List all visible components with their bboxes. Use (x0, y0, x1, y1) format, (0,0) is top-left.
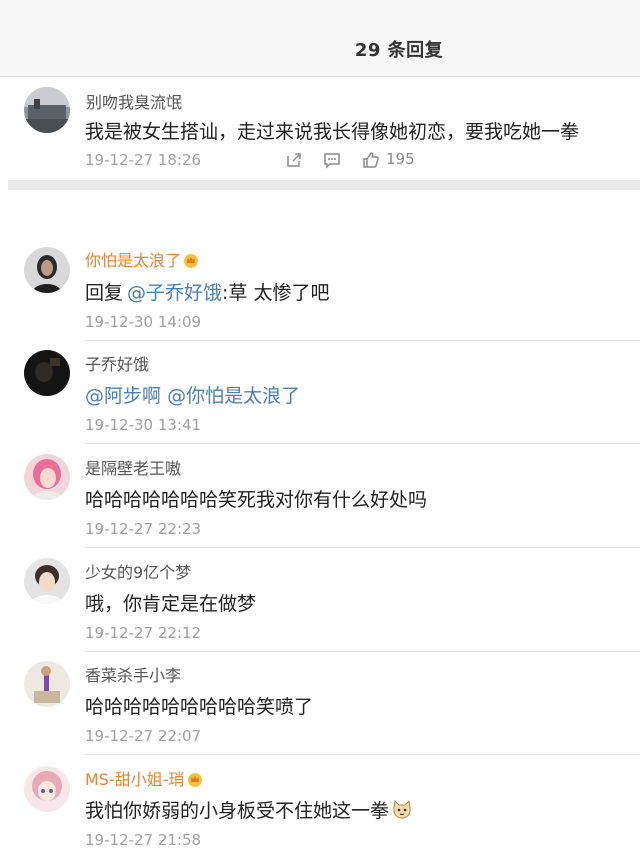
avatar[interactable] (24, 350, 70, 396)
reply-username[interactable]: 你怕是太浪了 (85, 247, 199, 271)
comment-text: 我是被女生搭讪，走过来说我长得像她初恋，要我吃她一拳 (85, 121, 580, 143)
mention-link[interactable]: @阿步啊 (85, 385, 161, 407)
reply-body: 我怕你娇弱的小身板受不住她这一拳 (85, 800, 390, 822)
reply-username[interactable]: MS-甜小姐-琑 (85, 766, 203, 790)
comment-actions: 195 (0, 149, 640, 171)
comment-username[interactable]: 别吻我臭流氓 (86, 89, 182, 113)
reply-timestamp: 19-12-27 22:12 (85, 624, 202, 642)
reply-header: 29 条回复 (0, 0, 640, 77)
reply-text: 哈哈哈哈哈哈哈哈哈笑喷了 (85, 696, 314, 718)
reply-timestamp: 19-12-30 14:09 (85, 313, 202, 331)
reply-text: 我怕你娇弱的小身板受不住她这一拳 (85, 796, 413, 823)
page-title: 29 条回复 (354, 40, 444, 61)
reply-username[interactable]: 香菜杀手小李 (85, 662, 181, 686)
reply-username[interactable]: 是隔壁老王嗷 (85, 455, 181, 479)
divider (85, 651, 640, 652)
reply-timestamp: 19-12-27 22:23 (85, 520, 202, 538)
crown-icon (184, 254, 199, 268)
avatar[interactable] (24, 87, 70, 133)
cat-face-emoji (393, 799, 411, 819)
avatar[interactable] (24, 247, 70, 293)
divider (85, 340, 640, 341)
reply-prefix: 回复 (85, 282, 124, 304)
avatar[interactable] (24, 454, 70, 500)
like-count: 195 (386, 150, 415, 168)
username-text: 你怕是太浪了 (85, 251, 182, 270)
reply-timestamp: 19-12-30 13:41 (85, 416, 202, 434)
mention-link[interactable]: @子乔好饿 (127, 282, 222, 304)
reply-text: 哦，你肯定是在做梦 (85, 593, 257, 615)
avatar[interactable] (24, 766, 70, 812)
reply-text: 哈哈哈哈哈哈哈笑死我对你有什么好处吗 (85, 489, 428, 511)
divider (85, 443, 640, 444)
mention-link[interactable]: @你怕是太浪了 (167, 385, 300, 407)
reply-text: @阿步啊 @你怕是太浪了 (85, 381, 300, 408)
avatar[interactable] (24, 661, 70, 707)
reply-timestamp: 19-12-27 22:07 (85, 727, 202, 745)
avatar[interactable] (24, 558, 70, 604)
crown-icon (187, 773, 202, 787)
username-text: MS-甜小姐-琑 (85, 770, 185, 789)
thumbs-up-icon[interactable] (362, 151, 380, 169)
reply-text: 回复 @子乔好饿:草 太惨了吧 (85, 278, 329, 305)
reply-username[interactable]: 子乔好饿 (85, 351, 149, 375)
comment-icon[interactable] (323, 151, 341, 169)
reply-username[interactable]: 少女的9亿个梦 (85, 559, 191, 583)
divider (85, 754, 640, 755)
reply-body: :草 太惨了吧 (222, 282, 330, 304)
section-separator (8, 180, 640, 190)
reply-timestamp: 19-12-27 21:58 (85, 831, 202, 849)
share-icon[interactable] (285, 151, 303, 169)
divider (85, 547, 640, 548)
